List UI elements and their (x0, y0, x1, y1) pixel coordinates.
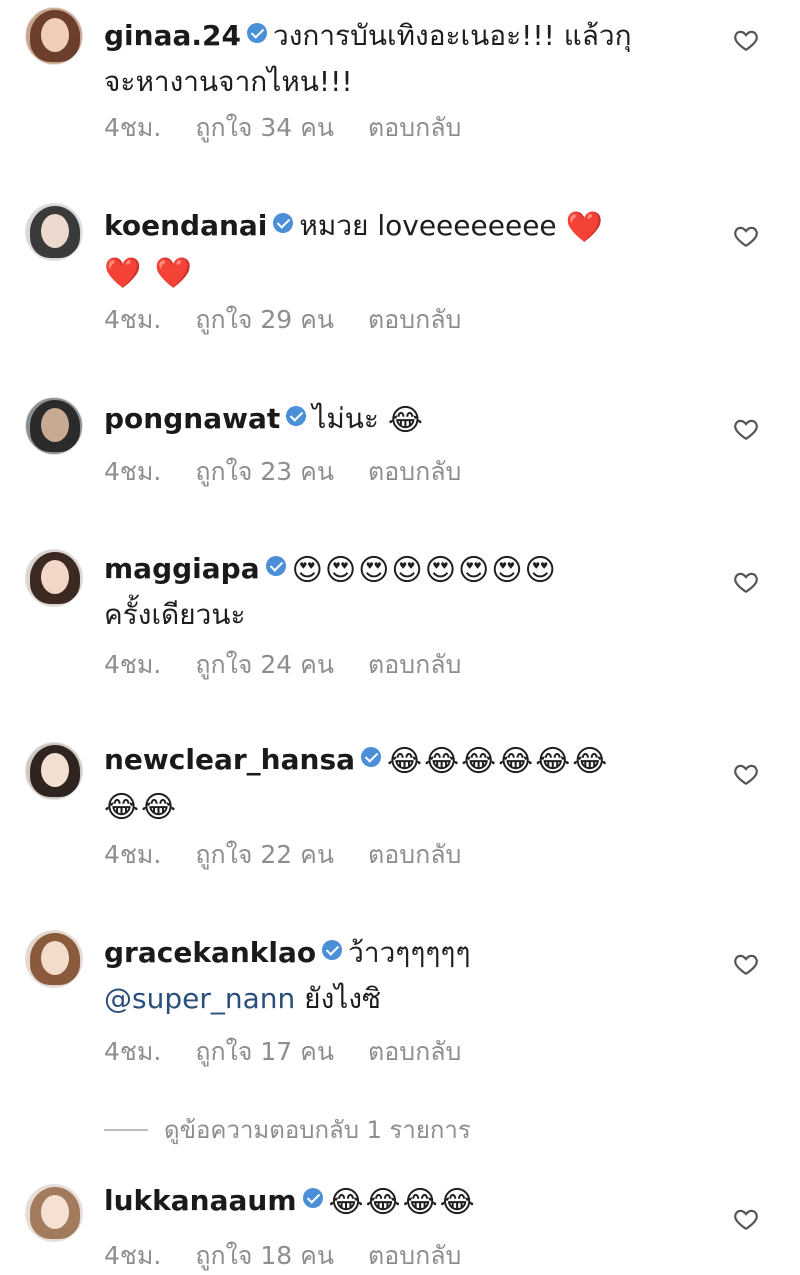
comment-emoji: 😂😂😂😂😂😂 (387, 744, 610, 779)
comment-time: 4ชม. (104, 840, 162, 869)
avatar[interactable] (25, 930, 83, 988)
comment-text: หมวย loveeeeeeee (299, 209, 557, 242)
comment-username[interactable]: pongnawat (104, 402, 280, 435)
avatar[interactable] (25, 549, 83, 607)
comment-likes[interactable]: ถูกใจ 18 คน (195, 1241, 334, 1270)
comment-time: 4ชม. (104, 1241, 162, 1270)
reply-button[interactable]: ตอบกลับ (368, 1241, 461, 1270)
heart-outline-icon[interactable] (733, 416, 759, 442)
comment-meta: 4ชม. ถูกใจ 22 คน ตอบกลับ (104, 839, 495, 871)
reply-button[interactable]: ตอบกลับ (368, 1037, 461, 1066)
heart-outline-icon[interactable] (733, 1206, 759, 1232)
comment-username[interactable]: newclear_hansa (104, 743, 355, 776)
verified-badge-icon (361, 747, 382, 767)
comment-time: 4ชม. (104, 457, 162, 486)
replies-divider (104, 1128, 148, 1131)
avatar[interactable] (25, 742, 83, 800)
comment-emoji: 😂😂😂😂 (328, 1185, 477, 1220)
mention-link[interactable]: @super_nann (104, 982, 295, 1015)
comment-likes[interactable]: ถูกใจ 23 คน (195, 457, 334, 486)
avatar[interactable] (25, 7, 83, 65)
comment-text-continued: ยังไงซิ (304, 982, 381, 1015)
comment-text: ไม่นะ (312, 402, 379, 435)
comment-text-continued: จะหางานจากไหน!!! (104, 65, 353, 98)
verified-badge-icon (246, 23, 267, 43)
comment-meta: 4ชม. ถูกใจ 24 คน ตอบกลับ (104, 649, 495, 681)
comment-likes[interactable]: ถูกใจ 34 คน (195, 113, 334, 142)
verified-badge-icon (273, 213, 294, 233)
comment-username[interactable]: lukkanaaum (104, 1184, 297, 1217)
comment-meta: 4ชม. ถูกใจ 18 คน ตอบกลับ (104, 1240, 495, 1272)
comment-body: newclear_hansa 😂😂😂😂😂😂 😂😂 (104, 737, 704, 829)
avatar[interactable] (25, 1184, 83, 1242)
comment-time: 4ชม. (104, 650, 162, 679)
heart-outline-icon[interactable] (733, 951, 759, 977)
comment-username[interactable]: ginaa.24 (104, 19, 241, 52)
comment-username[interactable]: gracekanklao (104, 936, 316, 969)
reply-button[interactable]: ตอบกลับ (368, 113, 461, 142)
comment-username[interactable]: koendanai (104, 209, 267, 242)
comment-emoji: ❤️ (565, 210, 605, 245)
comment-emoji: 😍😍😍😍😍😍😍😍 (291, 553, 558, 588)
heart-outline-icon[interactable] (733, 223, 759, 249)
comment-emoji: 😂😂 (104, 790, 179, 825)
heart-outline-icon[interactable] (733, 761, 759, 787)
heart-outline-icon[interactable] (733, 569, 759, 595)
reply-button[interactable]: ตอบกลับ (368, 305, 461, 334)
avatar[interactable] (25, 203, 83, 261)
comment-meta: 4ชม. ถูกใจ 23 คน ตอบกลับ (104, 456, 495, 488)
comment-likes[interactable]: ถูกใจ 24 คน (195, 650, 334, 679)
verified-badge-icon (286, 406, 307, 426)
comment-likes[interactable]: ถูกใจ 29 คน (195, 305, 334, 334)
comment-body: pongnawat ไม่นะ 😂 (104, 396, 704, 442)
verified-badge-icon (302, 1188, 323, 1208)
comment-time: 4ชม. (104, 1037, 162, 1066)
comment-likes[interactable]: ถูกใจ 22 คน (195, 840, 334, 869)
view-replies-link[interactable]: ดูข้อความตอบกลับ 1 รายการ (104, 1110, 471, 1149)
comment-time: 4ชม. (104, 113, 162, 142)
comment-emoji: 😂 (387, 403, 425, 438)
comment-body: gracekanklao ว้าวๆๆๆๆๆ @super_nann ยังไงซ… (104, 930, 704, 1022)
avatar[interactable] (25, 397, 83, 455)
comment-body: maggiapa 😍😍😍😍😍😍😍😍 ครั้งเดียวนะ (104, 546, 704, 638)
comment-meta: 4ชม. ถูกใจ 34 คน ตอบกลับ (104, 112, 495, 144)
comment-username[interactable]: maggiapa (104, 552, 260, 585)
heart-outline-icon[interactable] (733, 27, 759, 53)
reply-button[interactable]: ตอบกลับ (368, 840, 461, 869)
comment-body: ginaa.24 วงการบันเทิงอะเนอะ!!! แล้วกุ จะห… (104, 13, 704, 105)
comment-text: วงการบันเทิงอะเนอะ!!! แล้วกุ (272, 19, 632, 52)
comment-text: ว้าวๆๆๆๆๆ (348, 936, 471, 969)
view-replies-label: ดูข้อความตอบกลับ 1 รายการ (164, 1116, 471, 1144)
comment-emoji: ❤️ ❤️ (104, 256, 195, 291)
comment-text-continued: ครั้งเดียวนะ (104, 598, 246, 631)
comment-meta: 4ชม. ถูกใจ 17 คน ตอบกลับ (104, 1036, 495, 1068)
comment-body: lukkanaaum 😂😂😂😂 (104, 1178, 704, 1224)
verified-badge-icon (322, 940, 343, 960)
verified-badge-icon (265, 556, 286, 576)
comment-likes[interactable]: ถูกใจ 17 คน (195, 1037, 334, 1066)
comment-meta: 4ชม. ถูกใจ 29 คน ตอบกลับ (104, 304, 495, 336)
reply-button[interactable]: ตอบกลับ (368, 650, 461, 679)
comment-body: koendanai หมวย loveeeeeeee ❤️ ❤️ ❤️ (104, 203, 704, 295)
reply-button[interactable]: ตอบกลับ (368, 457, 461, 486)
comment-time: 4ชม. (104, 305, 162, 334)
